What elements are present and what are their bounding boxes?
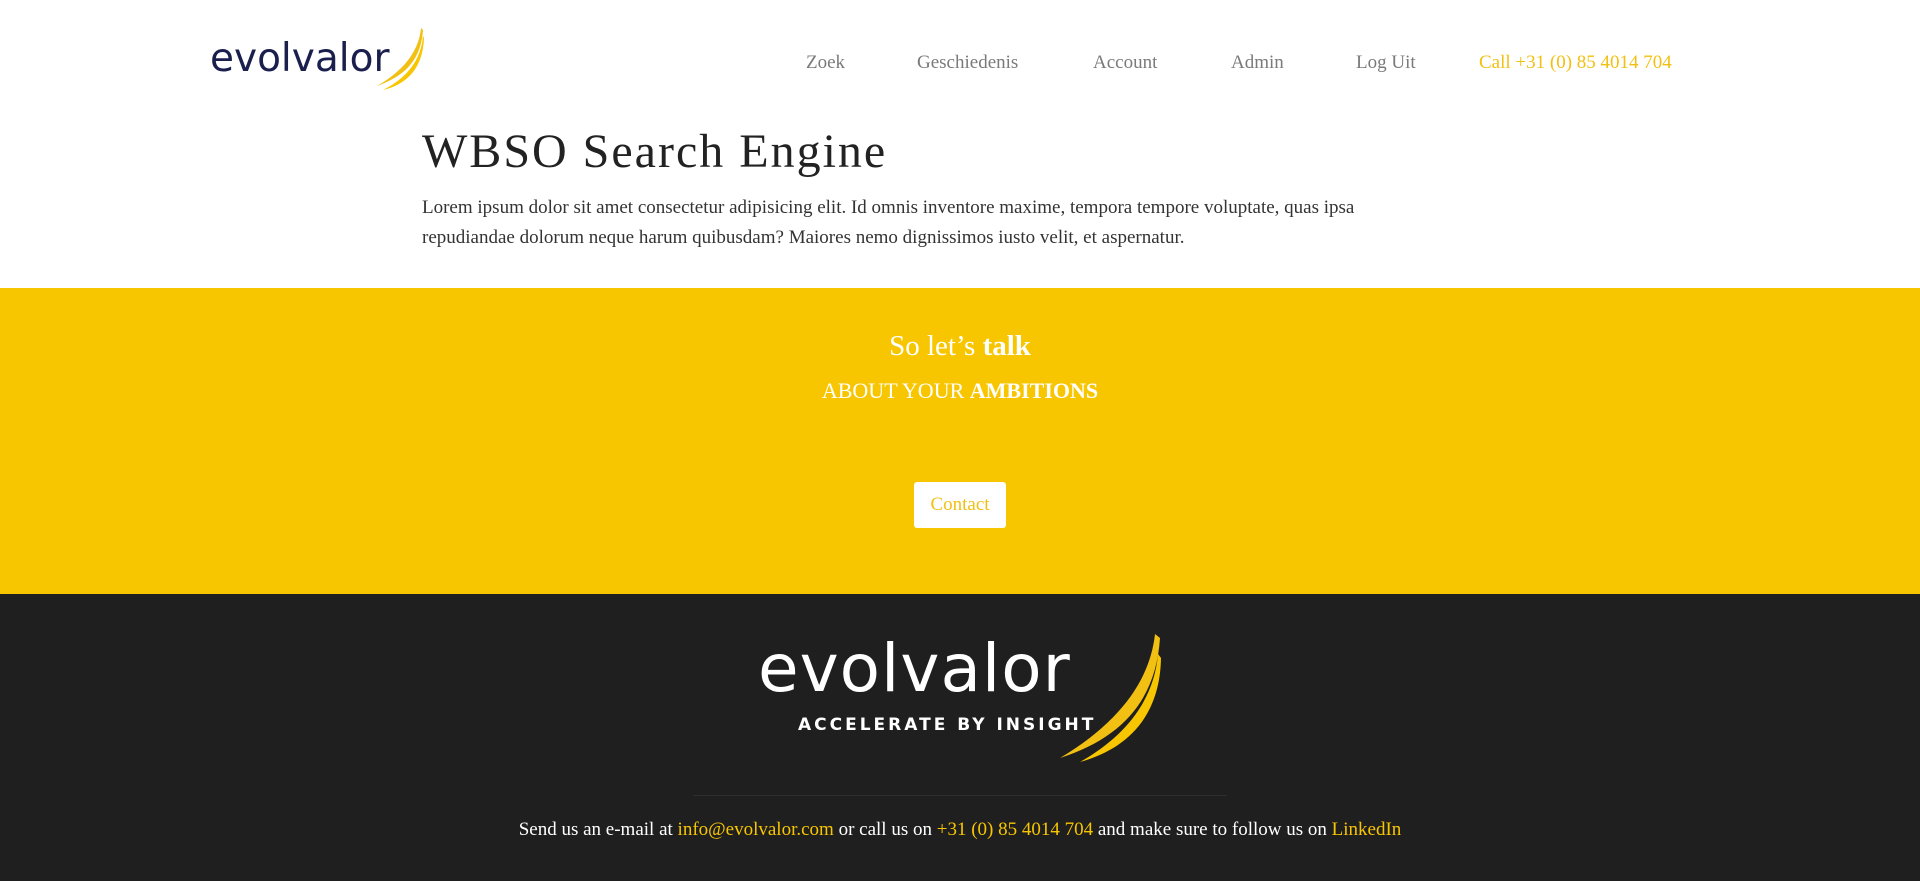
footer-phone-link[interactable]: +31 (0) 85 4014 704 [937, 819, 1093, 840]
nav-zoek[interactable]: Zoek [806, 52, 845, 74]
cta-subheading-bold: AMBITIONS [969, 378, 1099, 403]
footer-contact-line: Send us an e-mail at info@evolvalor.com … [0, 819, 1920, 841]
footer-text-1: Send us an e-mail at [518, 819, 678, 840]
intro-text: Lorem ipsum dolor sit amet consectetur a… [422, 197, 1355, 248]
footer-swoosh-icon [1060, 634, 1161, 762]
nav-account[interactable]: Account [1093, 52, 1157, 74]
cta-heading-bold: talk [982, 330, 1031, 362]
cta-heading: So let’s talk [0, 330, 1920, 363]
main-nav: Zoek Geschiedenis Account Admin Log Uit … [0, 52, 1920, 76]
footer-linkedin-link[interactable]: LinkedIn [1332, 819, 1402, 840]
footer-divider [693, 795, 1227, 796]
nav-log-uit[interactable]: Log Uit [1356, 52, 1416, 74]
nav-admin[interactable]: Admin [1231, 52, 1284, 74]
footer-logo: evolvalor ACCELERATE BY INSIGHT [758, 630, 1168, 764]
cta-heading-prefix: So let’s [889, 330, 983, 362]
nav-call-link[interactable]: Call +31 (0) 85 4014 704 [1479, 52, 1672, 74]
footer-email-link[interactable]: info@evolvalor.com [678, 819, 834, 840]
cta-subheading: ABOUT YOUR AMBITIONS [0, 378, 1920, 404]
intro-section: WBSO Search Engine Lorem ipsum dolor sit… [422, 124, 1522, 253]
cta-band: So let’s talk ABOUT YOUR AMBITIONS Conta… [0, 288, 1920, 594]
contact-button[interactable]: Contact [914, 482, 1006, 528]
page-title: WBSO Search Engine [422, 125, 888, 178]
footer-text-2: or call us on [833, 819, 937, 840]
footer-text-3: and make sure to follow us on [1093, 819, 1332, 840]
site-footer: evolvalor ACCELERATE BY INSIGHT Send us … [0, 594, 1920, 881]
cta-subheading-prefix: ABOUT YOUR [821, 378, 970, 403]
site-header: evolvalor Zoek Geschiedenis Account Admi… [0, 0, 1920, 125]
nav-geschiedenis[interactable]: Geschiedenis [917, 52, 1018, 74]
footer-logo-text: evolvalor [758, 630, 1071, 707]
